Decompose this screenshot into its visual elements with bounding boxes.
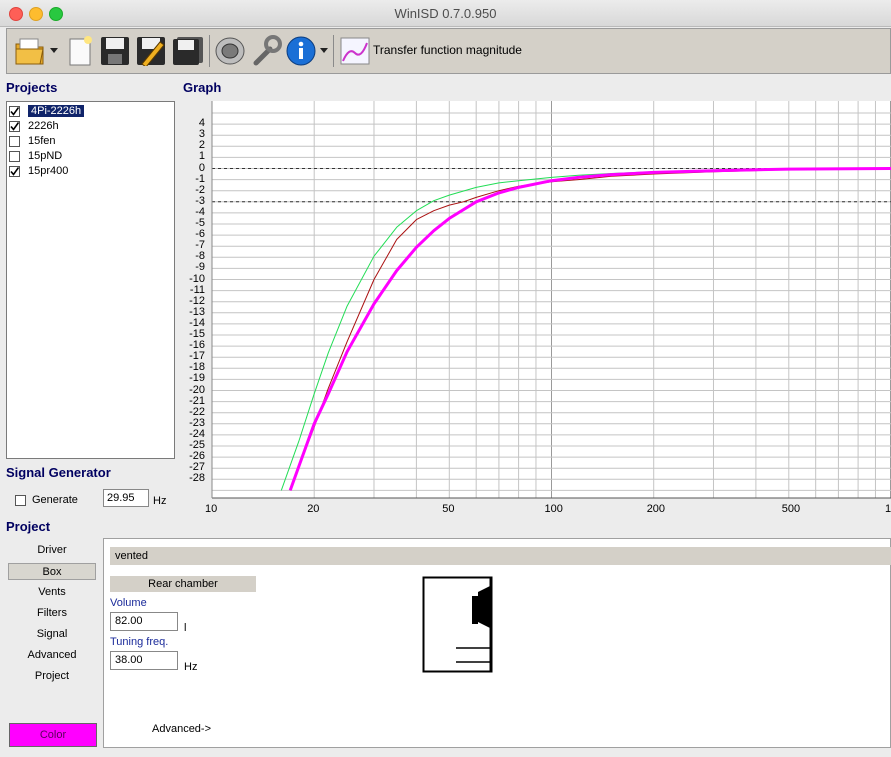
transfer-function-chart[interactable]	[183, 101, 891, 519]
x-tick-label: 10	[205, 503, 218, 515]
window-title: WinISD 0.7.0.950	[394, 6, 497, 21]
driver-icon[interactable]	[213, 34, 247, 68]
graph-type-icon[interactable]	[339, 34, 371, 68]
x-tick-label: 500	[781, 503, 801, 515]
projects-list[interactable]: 4Pi-2226h 2226h 15fen 15pND 15pr400	[6, 101, 175, 459]
advanced-link[interactable]: Advanced->	[152, 723, 211, 735]
generate-checkbox[interactable]	[15, 494, 26, 506]
project-tabs: Driver Box Vents Filters Signal Advanced Proje…	[6, 538, 102, 748]
graph-type-label[interactable]: Transfer function magnitude	[373, 43, 522, 57]
signal-generator-label: Signal Generator	[6, 465, 111, 480]
generator-frequency-input[interactable]: 29.95	[103, 489, 149, 507]
generate-row: Generate	[15, 494, 78, 506]
title-bar: WinISD 0.7.0.950	[0, 0, 891, 27]
graph-label: Graph	[183, 80, 222, 95]
project-name: 2226h	[28, 120, 59, 132]
project-item[interactable]: 15fen	[9, 134, 172, 148]
save-edit-icon[interactable]	[135, 34, 167, 68]
save-all-icon[interactable]	[171, 34, 205, 68]
x-tick-label: 20	[307, 503, 320, 515]
tuning-freq-label: Tuning freq.	[110, 636, 169, 648]
toolbar-separator	[209, 35, 210, 67]
info-icon[interactable]	[285, 34, 317, 68]
project-checkbox[interactable]	[9, 105, 20, 117]
x-tick-label: 200	[646, 503, 666, 515]
tab-vents[interactable]: Vents	[8, 584, 96, 601]
tab-box[interactable]: Box	[8, 563, 96, 580]
check-icon	[10, 121, 20, 131]
project-checkbox[interactable]	[9, 120, 20, 132]
rear-chamber-header: Rear chamber	[110, 576, 256, 592]
new-document-icon[interactable]	[65, 34, 95, 68]
save-icon[interactable]	[99, 34, 131, 68]
open-folder-icon[interactable]	[13, 34, 47, 68]
box-diagram-icon	[422, 576, 494, 677]
projects-label: Projects	[6, 80, 58, 95]
y-tick-label: -28	[189, 472, 205, 485]
x-tick-label: 1k	[885, 503, 891, 515]
tab-driver[interactable]: Driver	[8, 542, 96, 559]
tuning-freq-unit: Hz	[184, 661, 198, 673]
color-button[interactable]: Color	[9, 723, 97, 747]
project-item[interactable]: 2226h	[9, 119, 172, 133]
generate-label: Generate	[32, 494, 78, 506]
graph-panel[interactable]	[183, 101, 891, 519]
box-panel: vented Rear chamber Volume 82.00 l Tunin…	[103, 538, 891, 748]
volume-input[interactable]: 82.00	[110, 612, 178, 631]
generator-frequency-unit: Hz	[153, 495, 167, 507]
check-icon	[10, 106, 20, 116]
x-tick-label: 50	[442, 503, 455, 515]
info-dropdown-arrow-icon[interactable]	[319, 34, 329, 68]
x-tick-label: 100	[544, 503, 563, 515]
tab-signal[interactable]: Signal	[8, 626, 96, 643]
project-item[interactable]: 15pND	[9, 149, 172, 163]
project-name: 15fen	[28, 135, 56, 147]
project-name: 15pr400	[28, 165, 69, 177]
project-item[interactable]: 4Pi-2226h	[9, 104, 172, 118]
tab-filters[interactable]: Filters	[8, 605, 96, 622]
toolbar: Transfer function magnitude	[6, 28, 891, 74]
toolbar-separator	[333, 35, 334, 67]
tab-advanced[interactable]: Advanced	[8, 647, 96, 664]
project-name: 15pND	[28, 150, 63, 162]
project-checkbox[interactable]	[9, 165, 20, 177]
tuning-freq-input[interactable]: 38.00	[110, 651, 178, 670]
project-item[interactable]: 15pr400	[9, 164, 172, 178]
tab-project[interactable]: Project	[8, 668, 96, 685]
project-name: 4Pi-2226h	[28, 105, 85, 117]
tools-wrench-icon[interactable]	[249, 34, 283, 68]
project-checkbox[interactable]	[9, 150, 20, 162]
project-label: Project	[6, 519, 51, 534]
volume-unit: l	[184, 622, 187, 634]
check-icon	[10, 166, 20, 176]
open-dropdown-arrow-icon[interactable]	[49, 34, 59, 68]
box-type-header: vented	[110, 547, 891, 565]
volume-label: Volume	[110, 597, 147, 609]
project-checkbox[interactable]	[9, 135, 20, 147]
